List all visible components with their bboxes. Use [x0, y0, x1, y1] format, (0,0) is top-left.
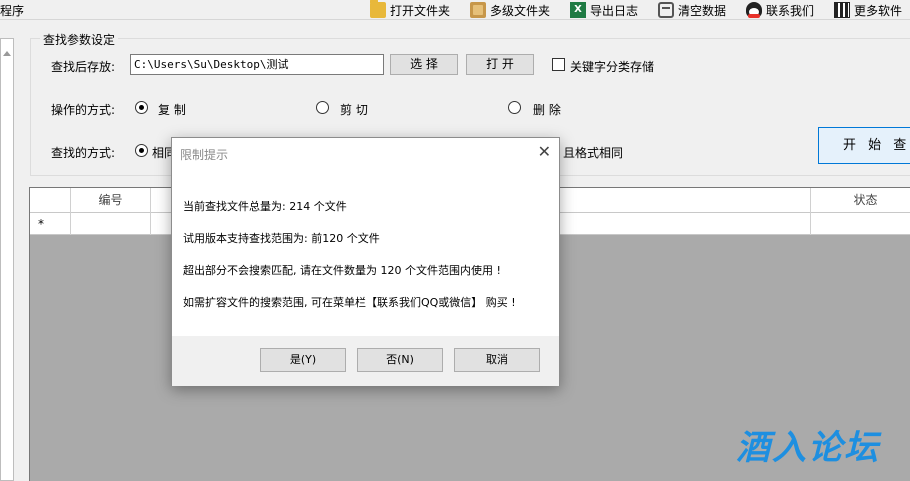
dialog-line-trial-range: 试用版本支持查找范围为: 前120 个文件 [183, 232, 380, 245]
multi-folder-label: 多级文件夹 [490, 3, 551, 18]
limit-warning-dialog: 限制提示 ✕ 当前查找文件总量为: 214 个文件 试用版本支持查找范围为: 前… [171, 137, 560, 386]
left-panel-scrollbar[interactable] [0, 38, 14, 481]
copy-radio[interactable] [135, 101, 148, 114]
dialog-line-exceed: 超出部分不会搜索匹配, 请在文件数量为 120 个文件范围内使用 ! [183, 264, 501, 277]
search-mode-format-label: 且格式相同 [563, 146, 624, 160]
qr-icon [834, 2, 850, 18]
forum-watermark: 酒入论坛 [736, 428, 880, 468]
clear-data-button[interactable]: 清空数据 [658, 0, 726, 20]
dialog-title: 限制提示 [180, 148, 229, 162]
more-software-button[interactable]: 更多软件 [834, 0, 902, 20]
keyword-checkbox[interactable] [552, 58, 565, 71]
multi-folder-icon [470, 2, 486, 18]
dialog-line-total: 当前查找文件总量为: 214 个文件 [183, 200, 347, 213]
cell-status[interactable] [811, 213, 910, 235]
search-mode-label: 查找的方式: [51, 146, 116, 160]
keyword-checkbox-label: 关键字分类存储 [570, 60, 655, 74]
start-search-button[interactable]: 开 始 查 找 [818, 127, 910, 164]
open-folder-label: 打开文件夹 [390, 3, 451, 18]
multi-folder-button[interactable]: 多级文件夹 [470, 0, 550, 20]
contact-us-label: 联系我们 [766, 3, 815, 18]
settings-group-title: 查找参数设定 [40, 31, 119, 48]
column-header-number[interactable]: 编号 [71, 188, 151, 213]
top-toolbar: 程序 打开文件夹 多级文件夹 X 导出日志 清空数据 联系我们 更多软件 [0, 0, 910, 20]
dialog-footer: 是(Y) 否(N) 取消 [172, 336, 559, 386]
clear-icon [658, 2, 674, 18]
row-header-marker: * [30, 213, 71, 235]
delete-radio-label: 删 除 [533, 103, 561, 117]
yes-button[interactable]: 是(Y) [260, 348, 346, 372]
close-icon[interactable]: ✕ [538, 142, 551, 161]
no-button[interactable]: 否(N) [357, 348, 443, 372]
toolbar-left-text: 程序 [0, 4, 25, 18]
search-mode-radio-same[interactable] [135, 144, 148, 157]
scroll-up-icon[interactable] [3, 51, 11, 56]
cut-radio-label: 剪 切 [340, 103, 368, 117]
more-software-label: 更多软件 [854, 3, 903, 18]
delete-radio[interactable] [508, 101, 521, 114]
cell-number[interactable] [71, 213, 151, 235]
operation-label: 操作的方式: [51, 103, 116, 117]
cut-radio[interactable] [316, 101, 329, 114]
save-path-input[interactable]: C:\Users\Su\Desktop\测试 [130, 54, 384, 75]
dialog-line-purchase: 如需扩容文件的搜索范围, 可在菜单栏【联系我们QQ或微信】 购买 ! [183, 296, 516, 309]
export-log-button[interactable]: X 导出日志 [570, 0, 638, 20]
clear-data-label: 清空数据 [678, 3, 727, 18]
grid-corner-cell [30, 188, 71, 213]
open-folder-button[interactable]: 打开文件夹 [370, 0, 450, 20]
column-header-status[interactable]: 状态 [811, 188, 910, 213]
open-button[interactable]: 打 开 [466, 54, 534, 75]
contact-us-button[interactable]: 联系我们 [746, 0, 814, 20]
cancel-button[interactable]: 取消 [454, 348, 540, 372]
select-button[interactable]: 选 择 [390, 54, 458, 75]
copy-radio-label: 复 制 [158, 103, 186, 117]
export-log-label: 导出日志 [590, 3, 639, 18]
qq-icon [746, 2, 762, 18]
save-location-label: 查找后存放: [51, 60, 116, 74]
folder-icon [370, 0, 386, 18]
excel-icon: X [570, 2, 586, 18]
